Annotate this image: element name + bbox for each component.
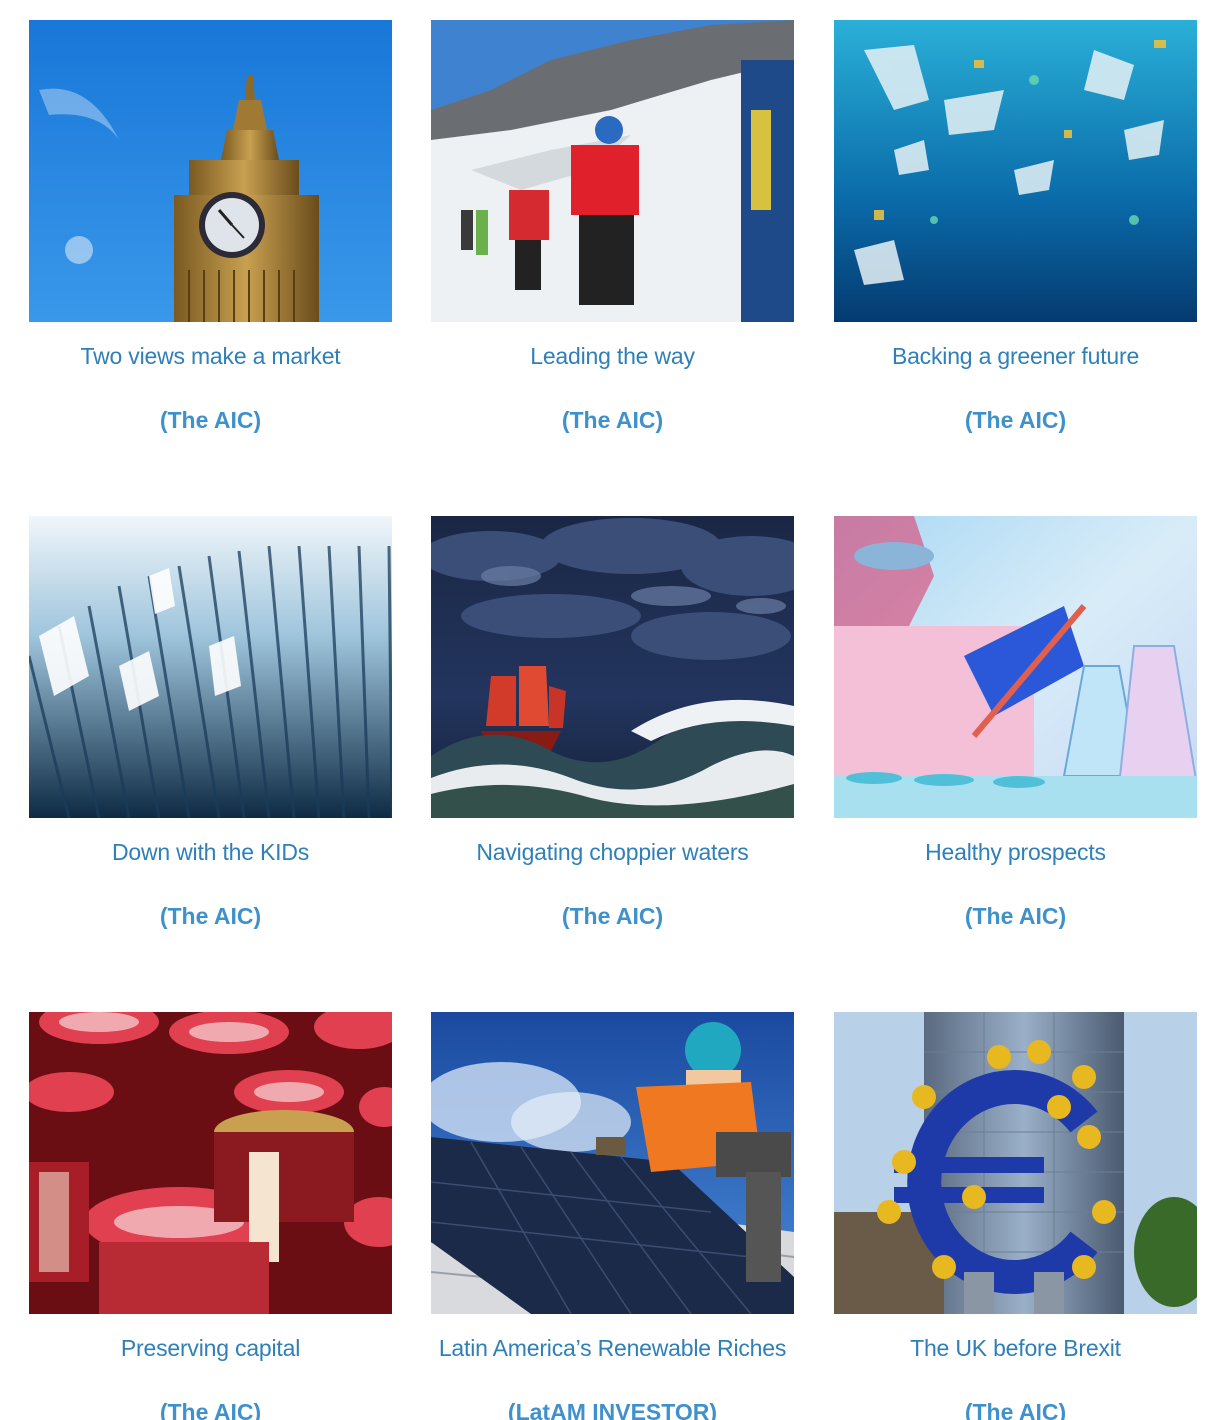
article-image-big-ben[interactable] — [29, 20, 392, 322]
article-source[interactable]: (The AIC) — [834, 406, 1197, 434]
article-source[interactable]: (The AIC) — [29, 902, 392, 930]
article-image-ocean-plastic[interactable] — [834, 20, 1197, 322]
article-image-jam-jars[interactable] — [29, 1012, 392, 1314]
article-title[interactable]: Navigating choppier waters — [431, 838, 794, 866]
article-image-climbers[interactable] — [431, 20, 794, 322]
article-source[interactable]: (The AIC) — [834, 902, 1197, 930]
article-title[interactable]: Leading the way — [431, 342, 794, 370]
article-image-files[interactable] — [29, 516, 392, 818]
article-card: The UK before Brexit (The AIC) — [834, 1012, 1197, 1420]
article-title[interactable]: Preserving capital — [29, 1334, 392, 1362]
article-card: Backing a greener future (The AIC) — [834, 20, 1197, 434]
article-source[interactable]: (The AIC) — [834, 1398, 1197, 1420]
article-card: Healthy prospects (The AIC) — [834, 516, 1197, 930]
article-title[interactable]: Backing a greener future — [834, 342, 1197, 370]
article-source[interactable]: (The AIC) — [431, 902, 794, 930]
article-image-lab[interactable] — [834, 516, 1197, 818]
article-card: Two views make a market (The AIC) — [29, 20, 392, 434]
article-image-euro-sculpture[interactable] — [834, 1012, 1197, 1314]
article-title[interactable]: The UK before Brexit — [834, 1334, 1197, 1362]
article-card: Down with the KIDs (The AIC) — [29, 516, 392, 930]
article-title[interactable]: Down with the KIDs — [29, 838, 392, 866]
article-source[interactable]: (The AIC) — [29, 1398, 392, 1420]
article-title[interactable]: Healthy prospects — [834, 838, 1197, 866]
article-image-stormy-sea[interactable] — [431, 516, 794, 818]
article-card: Latin America’s Renewable Riches (LatAM … — [431, 1012, 794, 1420]
article-card: Leading the way (The AIC) — [431, 20, 794, 434]
article-title[interactable]: Two views make a market — [29, 342, 392, 370]
article-card: Navigating choppier waters (The AIC) — [431, 516, 794, 930]
article-source[interactable]: (The AIC) — [29, 406, 392, 434]
article-source[interactable]: (The AIC) — [431, 406, 794, 434]
article-source[interactable]: (LatAM INVESTOR) — [431, 1398, 794, 1420]
article-image-solar-worker[interactable] — [431, 1012, 794, 1314]
article-card: Preserving capital (The AIC) — [29, 1012, 392, 1420]
article-title[interactable]: Latin America’s Renewable Riches — [431, 1334, 794, 1362]
